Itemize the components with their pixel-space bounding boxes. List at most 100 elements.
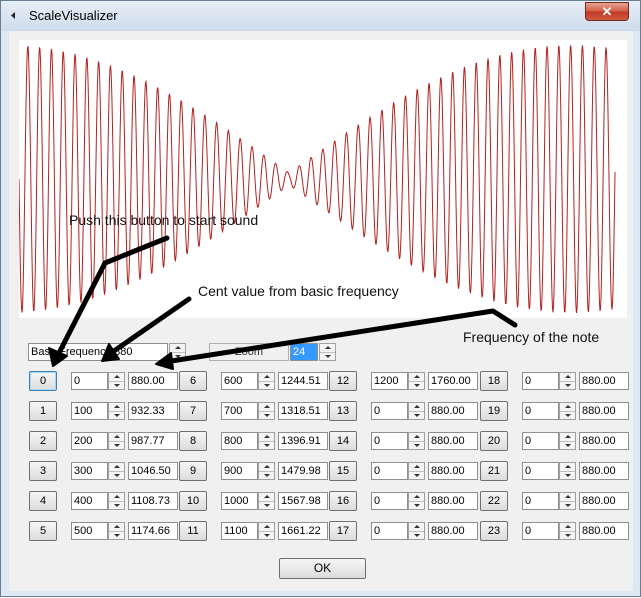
note-play-button[interactable]: 15 <box>329 461 357 481</box>
note-cent-field[interactable]: 600 <box>221 372 258 390</box>
note-cent-field[interactable]: 0 <box>522 372 559 390</box>
title-bar[interactable]: ScaleVisualizer ✕ <box>1 1 640 31</box>
note-play-button[interactable]: 10 <box>179 491 207 511</box>
zoom-spinner[interactable] <box>319 343 336 361</box>
note-cent-spinner[interactable] <box>108 522 125 540</box>
note-cent-field[interactable]: 0 <box>371 462 408 480</box>
note-play-button[interactable]: 11 <box>179 521 207 541</box>
note-cent-spinner[interactable] <box>408 372 425 390</box>
note-cent-spinner[interactable] <box>108 432 125 450</box>
spin-down-icon[interactable] <box>109 441 124 449</box>
note-cent-spinner[interactable] <box>559 432 576 450</box>
ok-button[interactable]: OK <box>279 558 366 579</box>
note-cent-spinner[interactable] <box>408 402 425 420</box>
note-cent-field[interactable]: 400 <box>71 492 108 510</box>
note-cent-field[interactable]: 0 <box>371 402 408 420</box>
note-cent-spinner[interactable] <box>559 462 576 480</box>
note-cent-field[interactable]: 700 <box>221 402 258 420</box>
spin-down-icon[interactable] <box>320 352 335 360</box>
note-play-button[interactable]: 16 <box>329 491 357 511</box>
note-cent-field[interactable]: 0 <box>522 402 559 420</box>
note-cent-field[interactable]: 1100 <box>221 522 258 540</box>
spin-down-icon[interactable] <box>109 411 124 419</box>
note-play-button[interactable]: 20 <box>480 431 508 451</box>
note-cent-spinner[interactable] <box>559 522 576 540</box>
note-play-button[interactable]: 6 <box>179 371 207 391</box>
note-cent-spinner[interactable] <box>108 372 125 390</box>
close-button[interactable]: ✕ <box>585 2 629 21</box>
note-cent-field[interactable]: 300 <box>71 462 108 480</box>
base-frequency-field[interactable]: Base Frequency 880 <box>28 343 168 361</box>
note-play-button[interactable]: 5 <box>29 521 57 541</box>
spin-down-icon[interactable] <box>109 501 124 509</box>
note-cent-field[interactable]: 0 <box>371 432 408 450</box>
note-play-button[interactable]: 19 <box>480 401 508 421</box>
note-cent-field[interactable]: 900 <box>221 462 258 480</box>
zoom-field[interactable]: 24 <box>290 343 318 361</box>
note-cent-field[interactable]: 800 <box>221 432 258 450</box>
note-cent-spinner[interactable] <box>559 402 576 420</box>
spin-down-icon[interactable] <box>409 501 424 509</box>
note-cent-spinner[interactable] <box>258 522 275 540</box>
note-cent-spinner[interactable] <box>108 462 125 480</box>
spin-down-icon[interactable] <box>109 471 124 479</box>
note-play-button[interactable]: 8 <box>179 431 207 451</box>
note-cent-spinner[interactable] <box>408 522 425 540</box>
note-cent-field[interactable]: 0 <box>522 462 559 480</box>
spin-down-icon[interactable] <box>170 352 185 360</box>
spin-down-icon[interactable] <box>259 471 274 479</box>
note-cent-spinner[interactable] <box>108 492 125 510</box>
spin-down-icon[interactable] <box>409 411 424 419</box>
note-cent-spinner[interactable] <box>258 402 275 420</box>
spin-down-icon[interactable] <box>259 501 274 509</box>
note-cent-spinner[interactable] <box>559 372 576 390</box>
spin-down-icon[interactable] <box>409 381 424 389</box>
spin-down-icon[interactable] <box>259 441 274 449</box>
spin-down-icon[interactable] <box>560 411 575 419</box>
note-play-button[interactable]: 21 <box>480 461 508 481</box>
spin-down-icon[interactable] <box>560 381 575 389</box>
spin-down-icon[interactable] <box>259 381 274 389</box>
spin-down-icon[interactable] <box>109 381 124 389</box>
spin-down-icon[interactable] <box>259 411 274 419</box>
note-play-button[interactable]: 23 <box>480 521 508 541</box>
spin-down-icon[interactable] <box>560 531 575 539</box>
note-cent-spinner[interactable] <box>258 462 275 480</box>
spin-down-icon[interactable] <box>109 531 124 539</box>
note-play-button[interactable]: 0 <box>29 371 57 391</box>
note-play-button[interactable]: 4 <box>29 491 57 511</box>
note-cent-spinner[interactable] <box>258 492 275 510</box>
note-cent-spinner[interactable] <box>258 432 275 450</box>
note-play-button[interactable]: 22 <box>480 491 508 511</box>
note-play-button[interactable]: 7 <box>179 401 207 421</box>
note-cent-spinner[interactable] <box>258 372 275 390</box>
spin-down-icon[interactable] <box>409 471 424 479</box>
note-cent-spinner[interactable] <box>108 402 125 420</box>
note-cent-field[interactable]: 100 <box>71 402 108 420</box>
note-play-button[interactable]: 12 <box>329 371 357 391</box>
spin-down-icon[interactable] <box>409 531 424 539</box>
note-play-button[interactable]: 9 <box>179 461 207 481</box>
spin-down-icon[interactable] <box>259 531 274 539</box>
note-cent-field[interactable]: 0 <box>522 432 559 450</box>
note-play-button[interactable]: 3 <box>29 461 57 481</box>
note-cent-field[interactable]: 0 <box>371 492 408 510</box>
note-cent-field[interactable]: 500 <box>71 522 108 540</box>
note-play-button[interactable]: 18 <box>480 371 508 391</box>
note-cent-spinner[interactable] <box>408 462 425 480</box>
note-cent-field[interactable]: 1000 <box>221 492 258 510</box>
note-play-button[interactable]: 1 <box>29 401 57 421</box>
note-play-button[interactable]: 17 <box>329 521 357 541</box>
spin-down-icon[interactable] <box>560 441 575 449</box>
spin-down-icon[interactable] <box>560 471 575 479</box>
note-play-button[interactable]: 2 <box>29 431 57 451</box>
note-cent-spinner[interactable] <box>408 492 425 510</box>
note-play-button[interactable]: 14 <box>329 431 357 451</box>
note-play-button[interactable]: 13 <box>329 401 357 421</box>
note-cent-field[interactable]: 0 <box>371 522 408 540</box>
note-cent-field[interactable]: 1200 <box>371 372 408 390</box>
spin-down-icon[interactable] <box>560 501 575 509</box>
base-frequency-spinner[interactable] <box>169 343 186 361</box>
note-cent-spinner[interactable] <box>559 492 576 510</box>
note-cent-field[interactable]: 200 <box>71 432 108 450</box>
